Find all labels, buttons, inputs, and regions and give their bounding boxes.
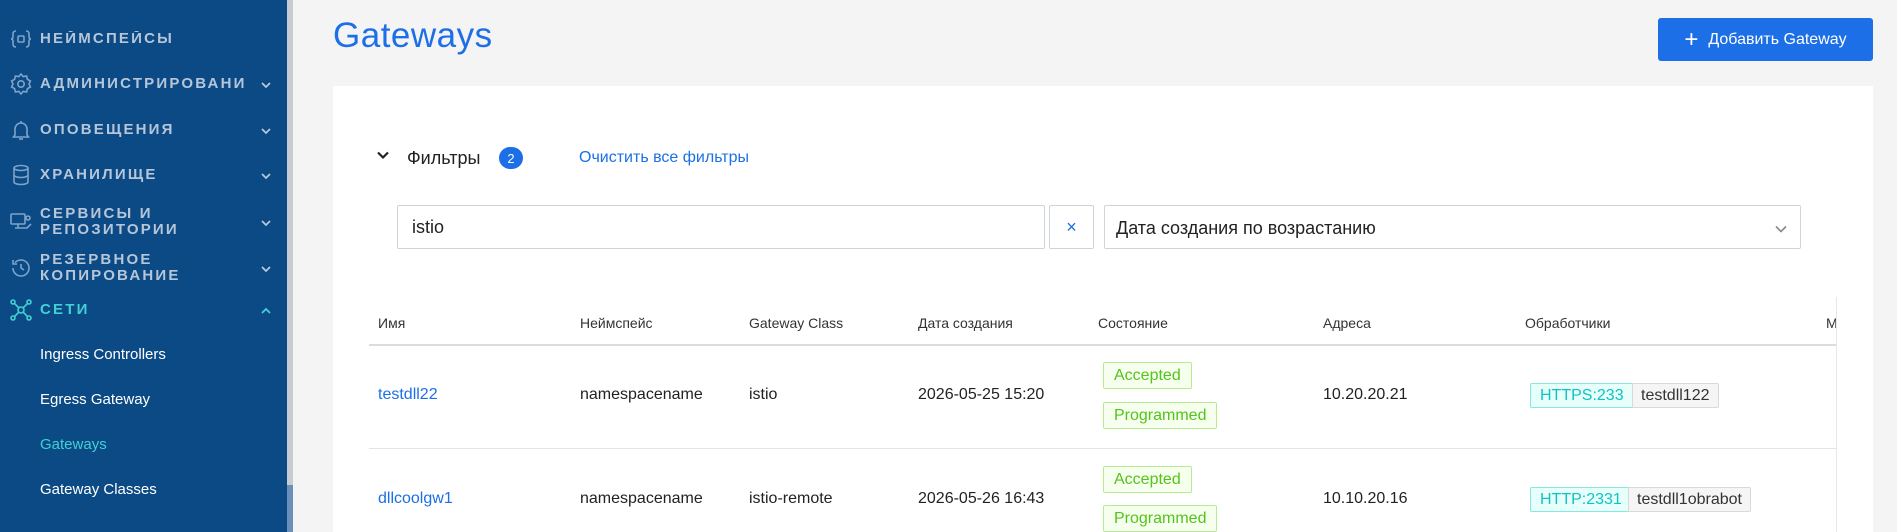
- page-title: Gateways: [333, 16, 493, 55]
- sidebar-item-label: СЕТИ: [40, 302, 90, 318]
- sidebar-item-label: НЕЙМСПЕЙСЫ: [40, 31, 175, 47]
- status-badge: Accepted: [1103, 466, 1192, 493]
- chevron-down-icon: [259, 169, 273, 183]
- sidebar-subitem-egress-gateway[interactable]: Egress Gateway: [40, 391, 150, 408]
- chevron-down-icon: [259, 262, 273, 276]
- status-badge: Programmed: [1103, 402, 1218, 429]
- column-header-name[interactable]: Имя: [378, 315, 405, 331]
- created-cell: 2026-05-25 15:20: [918, 386, 1045, 403]
- column-header-truncated[interactable]: М: [1826, 315, 1836, 331]
- table-scroll-edge: [1836, 297, 1837, 532]
- address-cell: 10.20.20.21: [1323, 386, 1408, 403]
- chevron-down-icon: [259, 216, 273, 230]
- column-header-addresses[interactable]: Адреса: [1323, 315, 1371, 331]
- filters-count-badge: 2: [499, 147, 523, 169]
- chevron-down-icon: [1773, 221, 1789, 242]
- close-icon: ×: [1066, 216, 1077, 237]
- gear-icon: [8, 71, 34, 97]
- status-badge: Accepted: [1103, 362, 1192, 389]
- sidebar-subitem-gateways[interactable]: Gateways: [40, 436, 107, 453]
- listener-name-tag: testdll1obrabot: [1628, 487, 1751, 512]
- namespace-icon: [8, 26, 34, 52]
- status-badge: Programmed: [1103, 505, 1218, 532]
- sort-select-value: Дата создания по возрастанию: [1116, 218, 1376, 238]
- column-header-namespace[interactable]: Неймспейс: [580, 315, 653, 331]
- listener-name-tag: testdll122: [1632, 383, 1719, 408]
- database-icon: [8, 162, 34, 188]
- sidebar-item-namespaces[interactable]: НЕЙМСПЕЙСЫ: [0, 26, 287, 52]
- address-cell: 10.10.20.16: [1323, 490, 1408, 507]
- created-cell: 2026-05-26 16:43: [918, 490, 1045, 507]
- chevron-up-icon: [259, 304, 273, 318]
- column-header-gateway-class[interactable]: Gateway Class: [749, 315, 843, 331]
- filters-label[interactable]: Фильтры: [407, 148, 480, 169]
- sidebar-item-label: ХРАНИЛИЩЕ: [40, 167, 158, 183]
- gateway-name-link[interactable]: dllcoolgw1: [378, 490, 453, 508]
- sidebar-item-storage[interactable]: ХРАНИЛИЩЕ: [0, 162, 287, 188]
- bell-icon: [8, 117, 34, 143]
- listener-protocol-tag: HTTPS:233: [1530, 383, 1634, 408]
- filters-toggle[interactable]: [375, 147, 391, 168]
- sidebar-item-services[interactable]: СЕРВИСЫ И РЕПОЗИТОРИИ: [0, 206, 287, 238]
- scrollbar-thumb[interactable]: [287, 485, 293, 532]
- gateway-class-cell: istio-remote: [749, 490, 833, 507]
- add-gateway-button[interactable]: + Добавить Gateway: [1658, 18, 1873, 61]
- sidebar-item-alerts[interactable]: ОПОВЕЩЕНИЯ: [0, 117, 287, 143]
- sidebar-item-backup[interactable]: РЕЗЕРВНОЕ КОПИРОВАНИЕ: [0, 252, 287, 284]
- table-header-divider: [369, 344, 1837, 346]
- clear-search-button[interactable]: ×: [1049, 205, 1094, 249]
- content-card: [333, 86, 1873, 532]
- chevron-down-icon: [259, 78, 273, 92]
- sort-select[interactable]: Дата создания по возрастанию: [1104, 205, 1801, 249]
- network-icon: [8, 297, 34, 323]
- sidebar-item-label: ОПОВЕЩЕНИЯ: [40, 122, 175, 138]
- sidebar-scrollbar[interactable]: [287, 0, 293, 532]
- plus-icon: +: [1684, 25, 1699, 53]
- chevron-down-icon: [259, 124, 273, 138]
- chevron-down-icon: [375, 147, 391, 168]
- listener-protocol-tag: HTTP:2331: [1530, 487, 1632, 512]
- sidebar-subitem-gateway-classes[interactable]: Gateway Classes: [40, 481, 157, 498]
- sidebar-subitem-ingress-controllers[interactable]: Ingress Controllers: [40, 346, 166, 363]
- gateway-class-cell: istio: [749, 386, 778, 403]
- sidebar-item-network[interactable]: СЕТИ: [0, 297, 287, 323]
- sidebar-item-administration[interactable]: АДМИНИСТРИРОВАНИЕ: [0, 71, 287, 97]
- column-header-listeners[interactable]: Обработчики: [1525, 315, 1610, 331]
- sidebar-item-label: АДМИНИСТРИРОВАНИЕ: [40, 76, 245, 92]
- column-header-created[interactable]: Дата создания: [918, 315, 1013, 331]
- backup-icon: [8, 255, 34, 281]
- add-gateway-label: Добавить Gateway: [1708, 30, 1847, 48]
- clear-all-filters-link[interactable]: Очистить все фильтры: [579, 149, 749, 167]
- namespace-cell: namespacename: [580, 386, 703, 403]
- search-input[interactable]: [397, 205, 1045, 249]
- row-divider: [369, 448, 1837, 449]
- column-header-status[interactable]: Состояние: [1098, 315, 1168, 331]
- sidebar-item-label: РЕЗЕРВНОЕ КОПИРОВАНИЕ: [40, 252, 181, 284]
- services-icon: [8, 209, 34, 235]
- namespace-cell: namespacename: [580, 490, 703, 507]
- sidebar: НЕЙМСПЕЙСЫ АДМИНИСТРИРОВАНИЕ ОПОВЕЩЕНИЯ …: [0, 0, 293, 532]
- sidebar-item-label: СЕРВИСЫ И РЕПОЗИТОРИИ: [40, 206, 179, 238]
- gateway-name-link[interactable]: testdll22: [378, 386, 438, 404]
